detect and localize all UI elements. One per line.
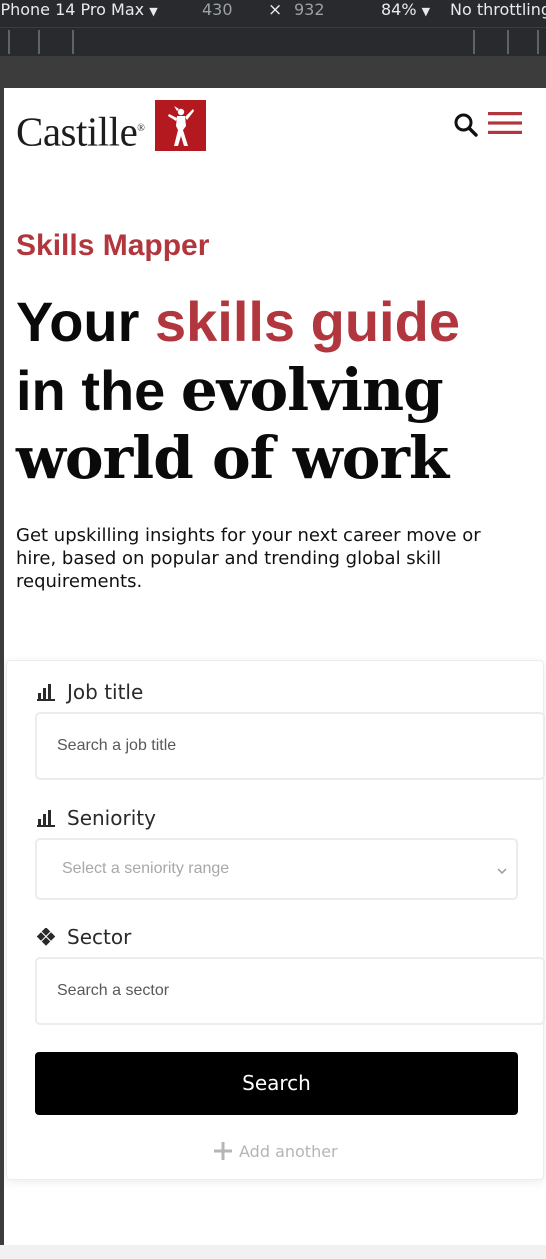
ruler-mark [72,30,74,54]
headline-line-3: world of work [16,424,536,492]
headline-line-1: Your skills guide [16,288,536,356]
caret-down-icon: ▼ [421,5,431,18]
logo-text: Castille [16,108,138,155]
hamburger-menu-icon[interactable] [488,110,522,136]
ruler-mark [507,30,509,54]
search-icon[interactable] [453,112,479,138]
page-viewport: Castille® Skills Mapper Your skills guid… [4,88,546,1245]
sector-label-text: Sector [67,925,132,949]
logo-trademark: ® [137,123,145,134]
devtools-toolbar: iPhone 14 Pro Max ▼ 430 × 932 84% ▼ No t… [0,0,546,56]
ruler-mark [473,30,475,54]
headline-line-2: in the evolving [16,356,536,424]
device-toolbar-row: iPhone 14 Pro Max ▼ 430 × 932 84% ▼ No t… [0,0,546,24]
add-another-label: Add another [239,1141,338,1161]
device-select[interactable]: iPhone 14 Pro Max ▼ [0,0,158,22]
diamonds-icon [37,928,55,946]
seniority-label-text: Seniority [67,806,156,830]
headline-text: Your [16,290,155,353]
bar-chart-icon [37,810,55,827]
search-button[interactable]: Search [35,1052,518,1115]
zoom-select[interactable]: 84% ▼ [381,0,430,22]
job-title-input[interactable]: Search a job title [35,712,545,780]
device-frame-gutter [0,56,546,88]
viewport-height-input[interactable]: 932 [294,0,325,20]
chevron-down-icon [497,868,507,875]
seniority-placeholder: Select a seniority range [62,860,230,877]
ruler-mark [38,30,40,54]
seniority-select[interactable]: Select a seniority range [35,838,518,900]
add-another-button[interactable]: Add another [213,1139,338,1163]
hero-intro: Get upskilling insights for your next ca… [16,525,481,592]
throttling-select[interactable]: No throttling [450,0,546,20]
bar-chart-icon [37,684,55,701]
viewport-bottom-edge [0,1245,546,1259]
skills-search-form: Job title Search a job title Seniority S… [6,660,545,1180]
headline-text: in the [16,359,181,422]
viewport-width-input[interactable]: 430 [202,0,233,20]
zoom-value: 84% [381,0,417,19]
plus-icon [214,1142,232,1160]
ruler-mark [537,30,539,54]
headline-serif-text: evolving [180,356,444,424]
hero-headline: Your skills guide in the evolving world … [16,288,536,492]
logo-figure-icon [155,100,206,151]
job-title-label: Job title [37,680,143,704]
castille-logo[interactable]: Castille® [16,100,208,155]
sector-label: Sector [37,925,131,949]
job-title-label-text: Job title [67,680,144,704]
caret-down-icon: ▼ [149,5,158,18]
job-title-placeholder: Search a job title [57,737,177,754]
headline-serif-text: world of work [16,424,449,492]
media-query-ruler [0,27,546,56]
headline-accent-text: skills guide [154,290,460,353]
page-kicker: Skills Mapper [16,229,210,262]
device-name: iPhone 14 Pro Max [0,0,145,19]
sector-placeholder: Search a sector [57,982,170,999]
logo-wordmark: Castille® [16,106,145,155]
seniority-label: Seniority [37,806,156,830]
ruler-mark [8,30,10,54]
dimension-separator: × [268,0,283,20]
sector-input[interactable]: Search a sector [35,957,545,1025]
